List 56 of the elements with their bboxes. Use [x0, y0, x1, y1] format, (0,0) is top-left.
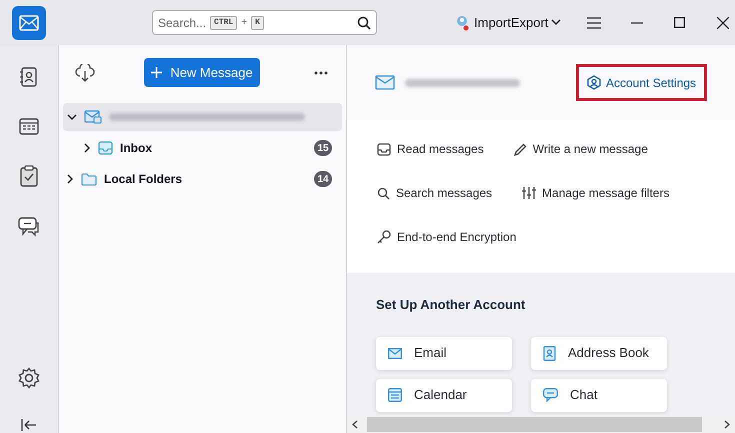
- address-book-icon: [543, 346, 556, 360]
- folder-row[interactable]: Inbox 15: [63, 134, 342, 162]
- setup-option-button[interactable]: Address Book: [531, 336, 667, 370]
- account-settings-button[interactable]: Account Settings: [576, 64, 708, 101]
- action-link[interactable]: End-to-end Encryption: [377, 228, 516, 246]
- scroll-left-icon[interactable]: [352, 420, 358, 428]
- key-icon: [377, 230, 391, 244]
- action-link[interactable]: Write a new message: [514, 140, 648, 158]
- calendar-icon: [388, 388, 402, 402]
- horizontal-scrollbar[interactable]: [347, 415, 735, 433]
- pencil-icon: [514, 142, 527, 156]
- mail-icon: [375, 75, 395, 90]
- action-link[interactable]: Search messages: [377, 184, 492, 202]
- menu-icon[interactable]: [587, 16, 602, 28]
- maximize-icon[interactable]: [674, 17, 686, 28]
- inbox-icon: [98, 141, 113, 155]
- scrollbar-thumb[interactable]: [367, 416, 702, 432]
- account-icon: [84, 110, 102, 124]
- mail-icon: [388, 348, 402, 358]
- folder-row[interactable]: Local Folders 14: [63, 165, 342, 193]
- search-icon: [377, 186, 390, 200]
- close-icon[interactable]: [717, 16, 730, 28]
- search-icon: [357, 16, 371, 30]
- chat-bubble-icon: [543, 388, 558, 402]
- sliders-icon: [522, 187, 536, 199]
- cloud-download-icon[interactable]: [75, 64, 95, 82]
- section-heading: Set Up Another Account: [376, 296, 526, 314]
- collapse-sidebar-icon[interactable]: [21, 419, 37, 431]
- setup-option-button[interactable]: Chat: [531, 378, 667, 412]
- chevron-down-icon[interactable]: [67, 114, 77, 120]
- action-link[interactable]: Read messages: [377, 140, 484, 158]
- profile-menu-button[interactable]: ImportExport: [453, 12, 562, 32]
- scroll-right-icon[interactable]: [724, 420, 730, 428]
- shortcut-key: CTRL: [210, 16, 238, 30]
- settings-icon[interactable]: [18, 367, 40, 389]
- folder-name: Inbox: [120, 140, 152, 157]
- folder-name: Local Folders: [104, 171, 182, 188]
- chevron-right-icon[interactable]: [67, 174, 74, 184]
- unread-count: 14: [314, 171, 332, 187]
- account-icon: [587, 75, 601, 90]
- new-message-button[interactable]: New Message: [144, 58, 260, 87]
- plus-icon: [151, 67, 162, 78]
- inbox-icon: [377, 142, 391, 156]
- action-link[interactable]: Manage message filters: [522, 184, 670, 202]
- chevron-down-icon: [551, 19, 562, 26]
- setup-option-button[interactable]: Email: [376, 336, 512, 370]
- folder-icon: [81, 172, 97, 186]
- app-logo-icon[interactable]: [12, 6, 46, 40]
- more-options-icon[interactable]: [314, 70, 328, 74]
- search-field[interactable]: Search... CTRL + K: [152, 10, 377, 35]
- minimize-icon[interactable]: [631, 22, 644, 24]
- unread-count: 15: [314, 140, 332, 156]
- chevron-right-icon[interactable]: [84, 143, 91, 153]
- plus-sign: +: [241, 16, 248, 30]
- setup-option-button[interactable]: Calendar: [376, 378, 512, 412]
- shortcut-key: K: [251, 16, 264, 30]
